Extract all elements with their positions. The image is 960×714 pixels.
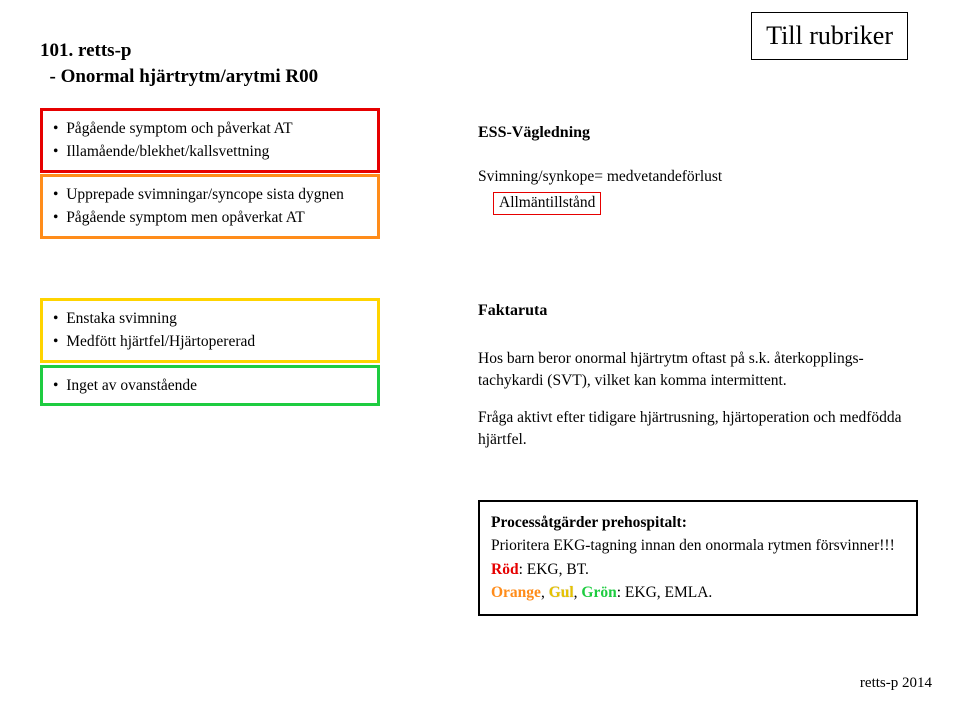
ess-guidance-title: ESS-Vägledning <box>478 124 590 142</box>
process-oyg-line: Orange, Gul, Grön: EKG, EMLA. <box>491 581 905 604</box>
fact-box-title: Faktaruta <box>478 302 547 320</box>
process-oyg-text: : EKG, EMLA. <box>617 584 713 601</box>
priority-yellow-item: Medfött hjärtfel/Hjärtopererad <box>53 330 369 353</box>
footer-text: retts-p 2014 <box>860 675 932 692</box>
link-till-rubriker-label: Till rubriker <box>766 21 893 50</box>
process-title: Processåtgärder prehospitalt: <box>491 511 905 534</box>
process-line: Prioritera EKG-tagning innan den onormal… <box>491 534 905 557</box>
priority-yellow-box: Enstaka svimning Medfött hjärtfel/Hjärto… <box>40 298 380 363</box>
priority-red-item: Illamående/blekhet/kallsvettning <box>53 140 369 163</box>
link-allmantillstand-label: Allmäntillstånd <box>499 194 595 211</box>
label-green: Grön <box>581 584 616 601</box>
priority-red-item: Pågående symptom och påverkat AT <box>53 117 369 140</box>
link-till-rubriker[interactable]: Till rubriker <box>751 12 908 60</box>
page-title: 101. retts-p - Onormal hjärtrytm/arytmi … <box>40 38 318 89</box>
title-code: 101. retts-p <box>40 40 131 61</box>
separator: , <box>541 584 549 601</box>
fact-paragraph: Fråga aktivt efter tidigare hjärtrusning… <box>478 407 918 452</box>
title-text: - Onormal hjärtrytm/arytmi R00 <box>50 66 319 87</box>
label-orange: Orange <box>491 584 541 601</box>
priority-yellow-item: Enstaka svimning <box>53 307 369 330</box>
priority-orange-item: Pågående symptom men opåverkat AT <box>53 206 369 229</box>
label-yellow: Gul <box>549 584 574 601</box>
process-red-line: Röd: EKG, BT. <box>491 558 905 581</box>
fact-box-body: Hos barn beror onormal hjärtrytm oftast … <box>478 348 918 466</box>
fact-paragraph: Hos barn beror onormal hjärtrytm oftast … <box>478 348 918 393</box>
process-red-text: : EKG, BT. <box>519 561 589 578</box>
priority-green-item: Inget av ovanstående <box>53 374 369 397</box>
priority-red-box: Pågående symptom och påverkat AT Illamåe… <box>40 108 380 173</box>
process-prehospital-box: Processåtgärder prehospitalt: Prioritera… <box>478 500 918 616</box>
label-red: Röd <box>491 561 519 578</box>
priority-orange-item: Upprepade svimningar/syncope sista dygne… <box>53 183 369 206</box>
priority-green-box: Inget av ovanstående <box>40 365 380 406</box>
ess-guidance-line: Svimning/synkope= medvetandeförlust <box>478 168 722 186</box>
link-allmantillstand[interactable]: Allmäntillstånd <box>493 192 601 215</box>
priority-orange-box: Upprepade svimningar/syncope sista dygne… <box>40 174 380 239</box>
